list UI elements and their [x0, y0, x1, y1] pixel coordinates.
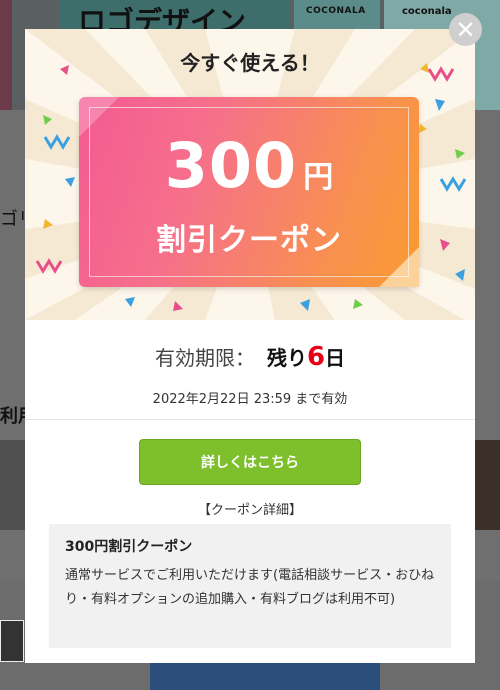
coupon-amount-unit: 円	[303, 160, 334, 195]
background-tile	[0, 0, 12, 110]
details-button[interactable]: 詳しくはこちら	[139, 439, 361, 485]
coupon-label: 割引クーポン	[156, 223, 342, 258]
divider	[25, 419, 475, 420]
expiry-deadline: 2022年2月22日 23:59 まで有効	[152, 392, 348, 407]
coupon-detail-title: 300円割引クーポン	[65, 539, 193, 555]
expiry-info: 有効期限： 残り6日	[25, 342, 475, 372]
close-icon: ✕	[455, 15, 476, 44]
background-thumbnail	[0, 620, 24, 662]
expiry-remaining-prefix: 残り	[266, 346, 307, 370]
coupon-detail-heading: 【クーポン詳細】	[197, 503, 302, 518]
expiry-days-count: 6	[306, 342, 326, 372]
coupon-modal: 今すぐ使える！ 300 円 割引クーポン 有効期限： 残り6日 2022年2月22日…	[25, 29, 475, 663]
background-brand-text: coconala	[402, 6, 452, 17]
coupon-headline: 今すぐ使える！	[180, 51, 320, 75]
background-brand-text: COCONALA	[306, 6, 366, 16]
coupon-detail-box: 300円割引クーポン 通常サービスでご利用いただけます(電話相談サービス・おひね…	[49, 524, 451, 648]
coupon-card: 300 円 割引クーポン	[79, 97, 419, 287]
coupon-banner: 今すぐ使える！ 300 円 割引クーポン	[25, 29, 475, 320]
close-button[interactable]: ✕	[449, 13, 482, 46]
coupon-amount: 300 円	[79, 129, 419, 202]
expiry-label: 有効期限：	[154, 346, 255, 370]
coupon-amount-number: 300	[164, 129, 298, 202]
expiry-days-suffix: 日	[325, 346, 346, 370]
coupon-detail-body: 通常サービスでご利用いただけます(電話相談サービス・おひねり・有料オプションの追…	[65, 568, 435, 607]
